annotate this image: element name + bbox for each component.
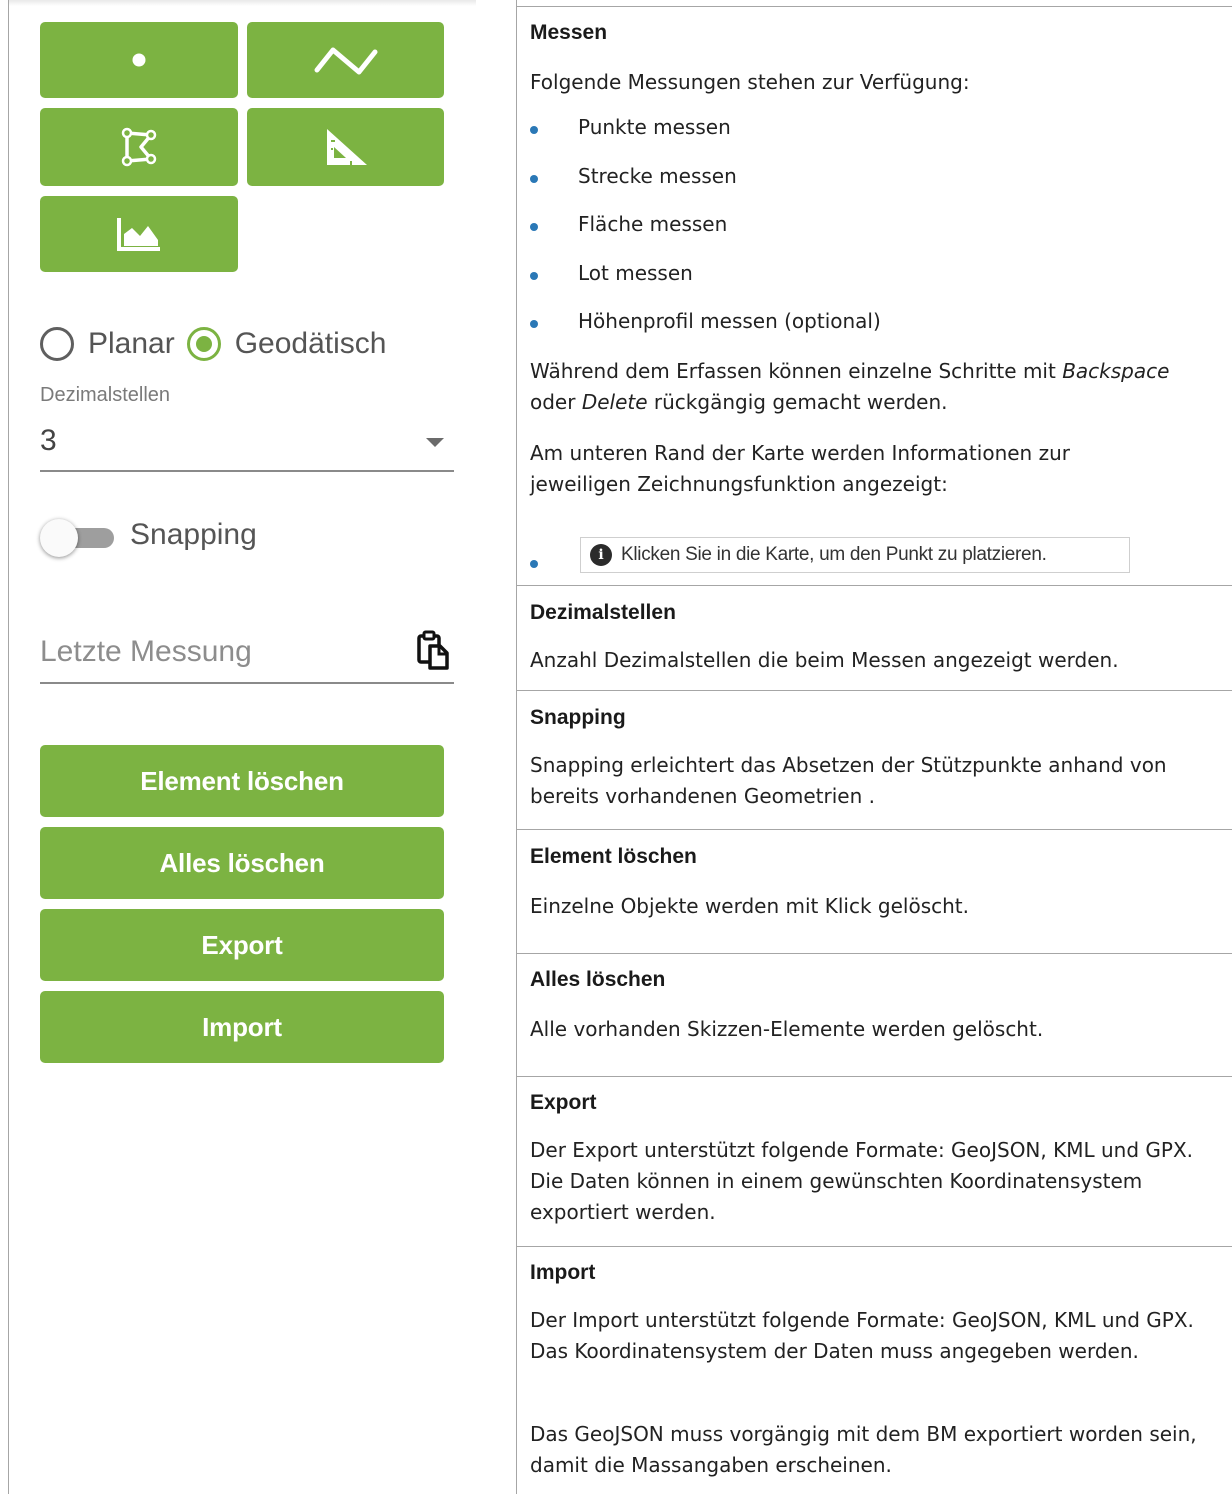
toggle-knob bbox=[40, 519, 78, 557]
decimals-caption: Dezimalstellen bbox=[40, 384, 171, 406]
measure-profile-button[interactable] bbox=[40, 196, 238, 272]
section-text: Alle vorhanden Skizzen-Elemente werden g… bbox=[530, 1017, 1044, 1041]
undo-paragraph: Während dem Erfassen können einzelne Sch… bbox=[530, 359, 1170, 414]
help-section-alles-loeschen: Alles löschen Alle vorhanden Skizzen-Ele… bbox=[517, 954, 1232, 1076]
planar-radio[interactable] bbox=[40, 327, 74, 361]
snapping-toggle[interactable] bbox=[40, 519, 120, 557]
help-section-export: Export Der Export unterstützt folgende F… bbox=[517, 1077, 1232, 1246]
last-measurement-input[interactable] bbox=[40, 630, 380, 674]
info-paragraph: Am unteren Rand der Karte werden Informa… bbox=[530, 441, 1070, 496]
bullet-dot bbox=[530, 175, 538, 183]
section-title: Snapping bbox=[530, 706, 626, 729]
hint-bar-screenshot: i Klicken Sie in die Karte, um den Punkt… bbox=[580, 537, 1130, 573]
section-title: Import bbox=[530, 1261, 596, 1284]
caret-down-icon bbox=[426, 438, 444, 447]
export-button[interactable]: Export bbox=[40, 909, 444, 981]
section-text: Einzelne Objekte werden mit Klick gelösc… bbox=[530, 894, 970, 918]
measure-point-button[interactable] bbox=[40, 22, 238, 98]
snapping-label: Snapping bbox=[130, 518, 257, 551]
bullet-dot bbox=[530, 223, 538, 231]
geodetic-radio-label[interactable]: Geodätisch bbox=[235, 327, 387, 361]
line-icon bbox=[314, 47, 377, 75]
section-title: Alles löschen bbox=[530, 968, 666, 991]
section-text-2: Das GeoJSON muss vorgängig mit dem BM ex… bbox=[530, 1422, 1197, 1477]
measure-panel: Planar Geodätisch Dezimalstellen 3 Snapp… bbox=[0, 0, 516, 1494]
point-icon bbox=[132, 53, 146, 67]
section-text: Der Export unterstützt folgende Formate:… bbox=[530, 1138, 1193, 1224]
info-icon: i bbox=[590, 544, 612, 566]
set-square-icon bbox=[326, 129, 367, 165]
planar-radio-label[interactable]: Planar bbox=[88, 327, 175, 361]
decimals-select[interactable]: 3 bbox=[40, 418, 454, 472]
bullet-dot bbox=[530, 272, 538, 280]
backspace-key: Backspace bbox=[1062, 359, 1170, 383]
section-text: Anzahl Dezimalstellen die beim Messen an… bbox=[530, 648, 1119, 672]
measure-area-button[interactable] bbox=[40, 108, 238, 186]
import-button[interactable]: Import bbox=[40, 991, 444, 1063]
section-title: Export bbox=[530, 1091, 597, 1114]
hint-text: Klicken Sie in die Karte, um den Punkt z… bbox=[621, 544, 1047, 565]
section-intro: Folgende Messungen stehen zur Verfügung: bbox=[530, 70, 970, 94]
bullet-dot bbox=[530, 320, 538, 328]
clipboard-icon[interactable] bbox=[416, 630, 450, 670]
help-section-snapping: Snapping Snapping erleichtert das Absetz… bbox=[517, 691, 1232, 829]
section-title: Dezimalstellen bbox=[530, 601, 676, 624]
section-text: Der Import unterstützt folgende Formate:… bbox=[530, 1308, 1194, 1363]
help-section-import: Import Der Import unterstützt folgende F… bbox=[517, 1247, 1232, 1494]
section-title: Messen bbox=[530, 21, 608, 44]
help-section-element-loeschen: Element löschen Einzelne Objekte werden … bbox=[517, 830, 1232, 953]
measure-perpendicular-button[interactable] bbox=[247, 108, 444, 186]
measure-line-button[interactable] bbox=[247, 22, 444, 98]
delete-element-button[interactable]: Element löschen bbox=[40, 745, 444, 817]
help-section-messen: Messen Folgende Messungen stehen zur Ver… bbox=[517, 6, 1232, 585]
help-section-dezimalstellen: Dezimalstellen Anzahl Dezimalstellen die… bbox=[517, 586, 1232, 690]
section-text: Snapping erleichtert das Absetzen der St… bbox=[530, 753, 1167, 808]
measurement-mode-group: Planar Geodätisch bbox=[40, 322, 398, 366]
delete-all-button[interactable]: Alles löschen bbox=[40, 827, 444, 899]
section-title: Element löschen bbox=[530, 845, 697, 868]
delete-key: Delete bbox=[581, 390, 648, 414]
bullet-dot bbox=[530, 560, 538, 568]
elevation-profile-icon bbox=[117, 218, 160, 251]
polygon-icon bbox=[121, 127, 157, 167]
geodetic-radio[interactable] bbox=[186, 327, 221, 361]
decimals-value: 3 bbox=[40, 424, 57, 457]
bullet-dot bbox=[530, 126, 538, 134]
last-measurement-field bbox=[40, 626, 454, 684]
